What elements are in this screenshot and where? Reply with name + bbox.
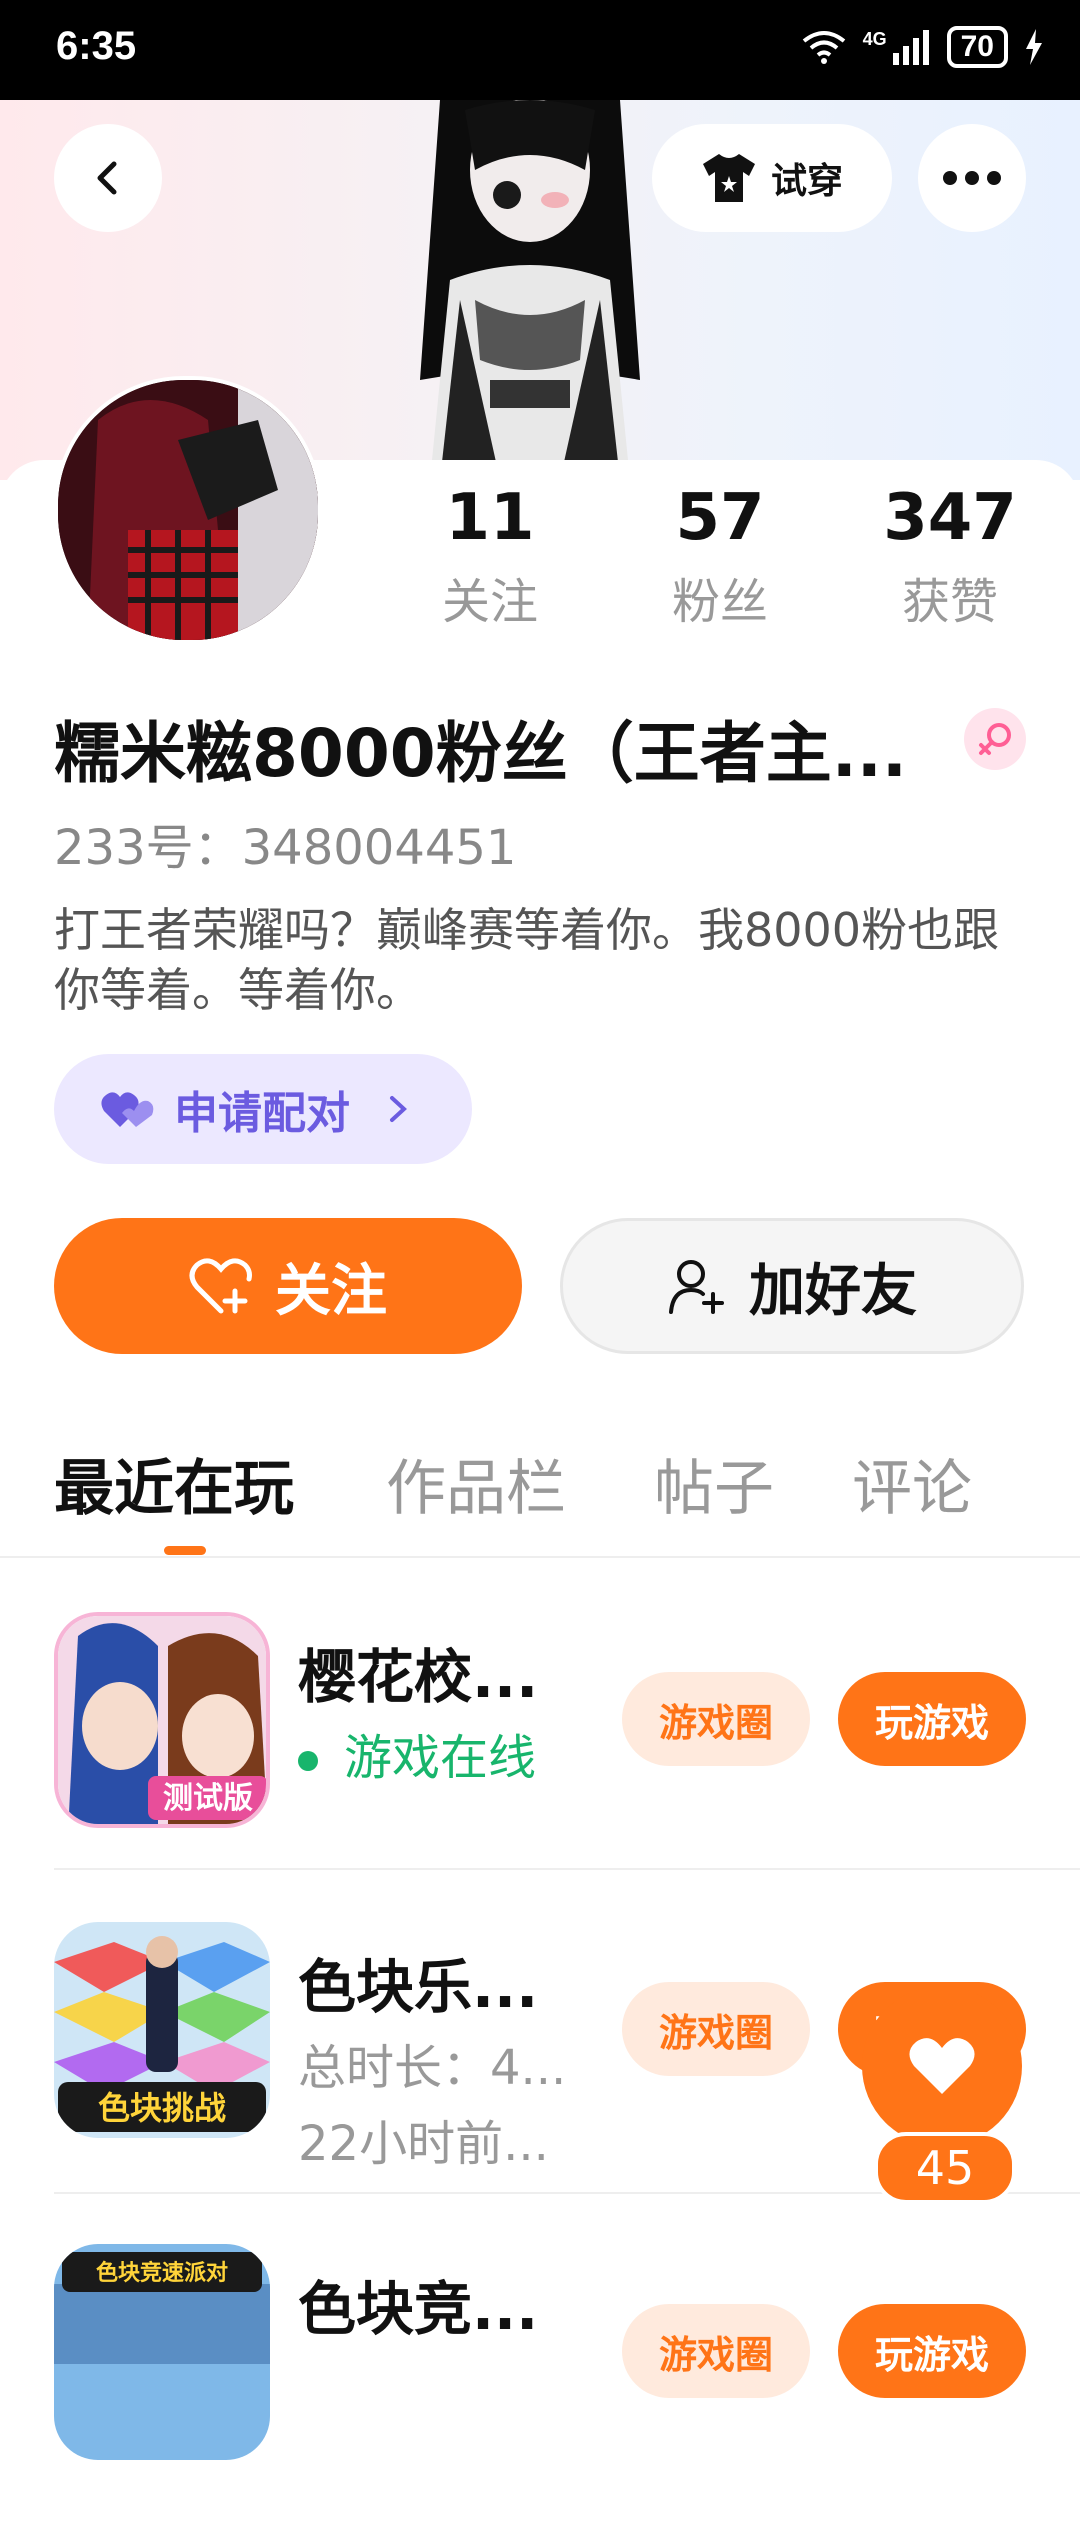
stat-value: 11	[445, 481, 535, 555]
game-duration: 总时长：4...	[298, 2040, 567, 2096]
stat-label: 粉丝	[671, 574, 768, 630]
game-icon-badge: 色块竞速派对	[96, 2260, 228, 2286]
stat-label: 关注	[441, 574, 538, 630]
request-pair-label: 申请配对	[174, 1088, 350, 1139]
heart-plus-icon	[189, 1258, 252, 1314]
follow-label: 关注	[275, 1258, 387, 1324]
game-title: 色块竞...	[298, 2275, 539, 2343]
tab-works[interactable]: 作品栏	[386, 1440, 566, 1527]
add-friend-label: 加好友	[749, 1258, 917, 1324]
chevron-right-icon	[390, 1096, 407, 1122]
like-count: 45	[874, 2132, 1016, 2204]
request-pair-button[interactable]: 申请配对	[54, 1054, 472, 1164]
play-game-button[interactable]: 玩游戏	[838, 2304, 1026, 2398]
stat-likes[interactable]: 347 获赞	[850, 482, 1050, 632]
stat-label: 获赞	[901, 574, 998, 630]
game-icon: 色块挑战	[54, 1922, 270, 2138]
game-circle-button[interactable]: 游戏圈	[622, 2304, 810, 2398]
tshirt-icon	[702, 154, 755, 202]
back-button[interactable]	[54, 124, 162, 232]
game-icon-badge: 色块挑战	[98, 2089, 226, 2127]
like-button[interactable]	[862, 1986, 1022, 2146]
profile-uid: 233号：348004451	[54, 820, 517, 876]
status-bar: 6:35 4G 70	[0, 0, 1080, 100]
more-button[interactable]	[918, 124, 1026, 232]
online-dot	[298, 1751, 318, 1771]
game-status: 游戏在线	[298, 1718, 536, 1788]
game-title: 色块乐...	[298, 1953, 539, 2021]
game-circle-button[interactable]: 游戏圈	[622, 1672, 810, 1766]
game-circle-button[interactable]: 游戏圈	[622, 1982, 810, 2076]
heart-icon	[909, 2038, 975, 2094]
game-title: 樱花校...	[298, 1643, 539, 1711]
chevron-left-icon	[97, 161, 117, 195]
add-friend-button[interactable]: 加好友	[560, 1218, 1024, 1354]
profile-name: 糯米糍8000粉丝（王者主...	[54, 715, 907, 792]
profile-bio: 打王者荣耀吗？巅峰赛等着你。我8000粉也跟你等着。等着你。	[54, 903, 1000, 1017]
try-on-button[interactable]: 试穿	[652, 124, 892, 232]
stat-following[interactable]: 11 关注	[390, 482, 590, 632]
wifi-icon	[802, 31, 845, 64]
game-icon: 色块竞速派对	[54, 2244, 270, 2460]
avatar-image	[58, 380, 318, 640]
signal-icon	[892, 30, 929, 65]
game-icon-badge: 测试版	[163, 1781, 253, 1816]
female-icon	[964, 708, 1026, 770]
follow-button[interactable]: 关注	[54, 1218, 522, 1354]
character-illustration	[420, 100, 640, 480]
play-game-button[interactable]: 玩游戏	[838, 1672, 1026, 1766]
game-last-played: 22小时前...	[298, 2116, 549, 2172]
game-status-label: 游戏在线	[344, 1730, 537, 1786]
stat-value: 57	[675, 481, 765, 555]
more-dots-icon	[943, 171, 1001, 185]
network-label: 4G	[862, 28, 887, 49]
battery-indicator: 70	[946, 26, 1008, 68]
tab-recently-played[interactable]: 最近在玩	[54, 1440, 294, 1527]
tab-posts[interactable]: 帖子	[654, 1440, 774, 1527]
try-on-label: 试穿	[770, 161, 843, 202]
charging-icon	[1026, 29, 1042, 65]
row-divider	[54, 1868, 1080, 1870]
avatar[interactable]	[54, 376, 322, 644]
status-icons: 4G 70	[801, 26, 1044, 68]
game-row[interactable]: 色块竞速派对 色块竞... 游戏圈 玩游戏	[0, 2222, 1080, 2532]
tab-indicator	[164, 1546, 206, 1555]
game-row[interactable]: 测试版 樱花校... 游戏在线 游戏圈 玩游戏	[0, 1590, 1080, 1900]
add-user-icon	[669, 1260, 724, 1314]
profile-tabs: 最近在玩 作品栏 帖子 评论	[0, 1440, 1080, 1558]
stat-followers[interactable]: 57 粉丝	[620, 482, 820, 632]
game-icon: 测试版	[54, 1612, 270, 1828]
stat-value: 347	[883, 481, 1017, 555]
double-heart-icon	[101, 1092, 154, 1127]
status-time: 6:35	[56, 24, 137, 68]
tab-comments[interactable]: 评论	[852, 1440, 972, 1527]
